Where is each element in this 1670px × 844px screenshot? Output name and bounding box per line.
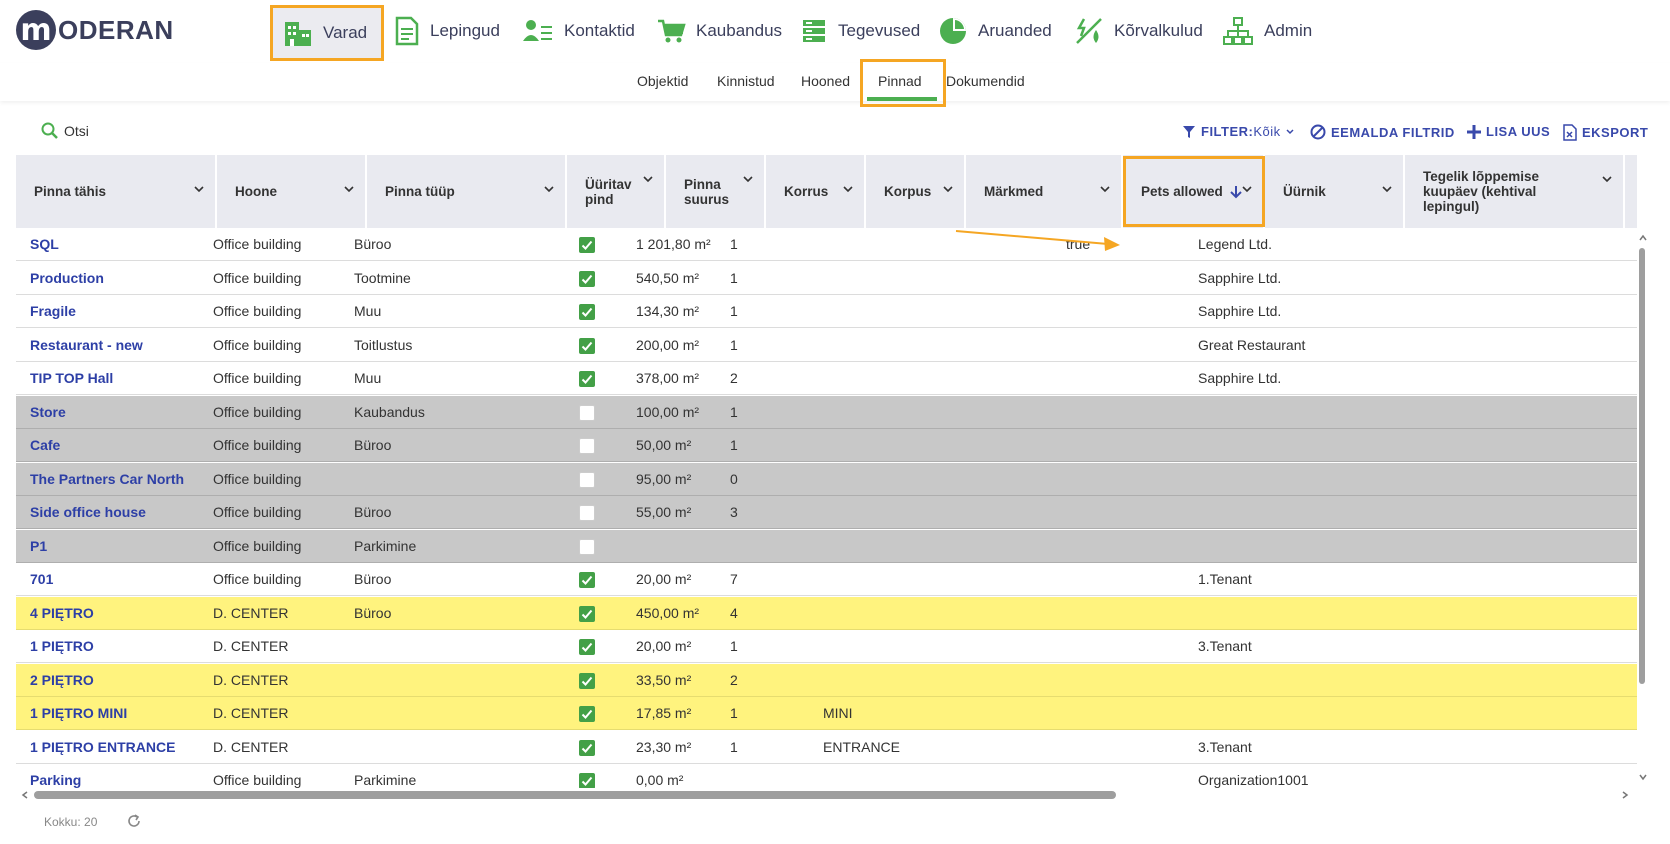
scroll-down-arrow[interactable] <box>1638 772 1648 782</box>
scroll-right-arrow[interactable] <box>1620 790 1630 800</box>
horizontal-scrollbar-thumb[interactable] <box>34 791 1116 799</box>
refresh-icon[interactable] <box>126 813 142 829</box>
scroll-left-arrow[interactable] <box>20 790 30 800</box>
footer-total: Kokku: 20 <box>44 815 98 829</box>
vertical-scrollbar-thumb[interactable] <box>1639 248 1645 684</box>
annotation-arrow <box>955 230 1120 251</box>
scroll-up-arrow[interactable] <box>1638 233 1648 243</box>
